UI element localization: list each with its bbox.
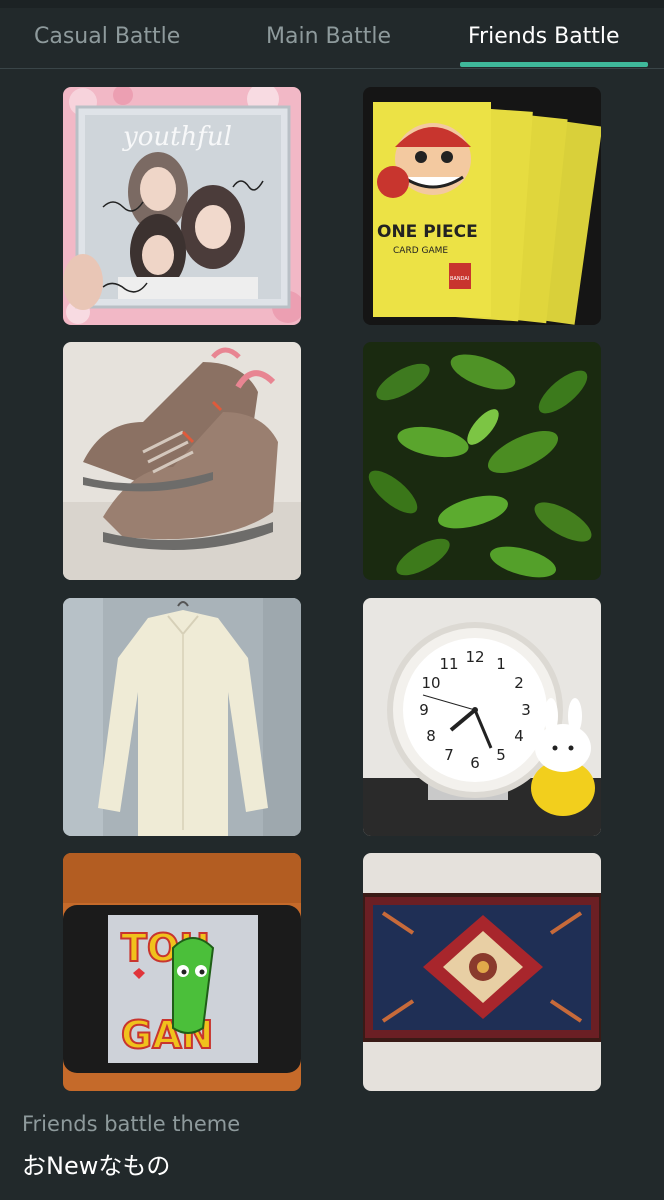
clock-number-3: 3: [521, 701, 531, 719]
tab-bar: Casual Battle Main Battle Friends Battle: [0, 0, 664, 69]
tab-overflow-fade: [628, 18, 664, 58]
clock-number-12: 12: [465, 648, 484, 666]
item-card-tablet[interactable]: TOU GAN: [63, 853, 301, 1091]
clock-number-11: 11: [439, 655, 458, 673]
theme-value: おNewなもの: [22, 1152, 171, 1180]
clock-number-9: 9: [419, 701, 429, 719]
item-card-cd-album[interactable]: youthful: [63, 87, 301, 325]
clock-number-6: 6: [470, 754, 480, 772]
clock-number-1: 1: [496, 655, 506, 673]
item-card-sneakers[interactable]: [63, 342, 301, 580]
card-packs-photo: ONE PIECE CARD GAME BANDAI: [363, 87, 601, 325]
status-strip: [0, 0, 664, 8]
item-card-card-packs[interactable]: ONE PIECE CARD GAME BANDAI: [363, 87, 601, 325]
clock-photo: 12 1 2 3 4 5 6 7 8 9 10 11: [363, 598, 601, 836]
pack-subtitle: CARD GAME: [393, 246, 448, 256]
rug-photo: [363, 853, 601, 1091]
sneakers-photo: [63, 342, 301, 580]
item-card-shirt[interactable]: [63, 598, 301, 836]
tablet-photo: TOU GAN: [63, 853, 301, 1091]
active-tab-indicator: [460, 62, 648, 67]
clock-number-2: 2: [514, 674, 524, 692]
item-card-clock[interactable]: 12 1 2 3 4 5 6 7 8 9 10 11: [363, 598, 601, 836]
clock-number-4: 4: [514, 727, 524, 745]
plant-leaves-photo: [363, 342, 601, 580]
clock-number-10: 10: [421, 674, 440, 692]
pack-brand: BANDAI: [450, 276, 469, 282]
clock-number-5: 5: [496, 746, 506, 764]
theme-label: Friends battle theme: [22, 1112, 241, 1136]
cd-album-photo: youthful: [63, 87, 301, 325]
item-card-plant[interactable]: [363, 342, 601, 580]
pack-title: ONE PIECE: [377, 222, 478, 242]
album-title: youthful: [122, 122, 232, 152]
tab-main-battle[interactable]: Main Battle: [266, 14, 391, 58]
shirt-photo: [63, 598, 301, 836]
clock-number-8: 8: [426, 727, 436, 745]
tab-friends-battle[interactable]: Friends Battle: [468, 14, 620, 58]
item-card-rug[interactable]: [363, 853, 601, 1091]
tab-casual-battle[interactable]: Casual Battle: [34, 14, 180, 58]
clock-number-7: 7: [444, 746, 454, 764]
